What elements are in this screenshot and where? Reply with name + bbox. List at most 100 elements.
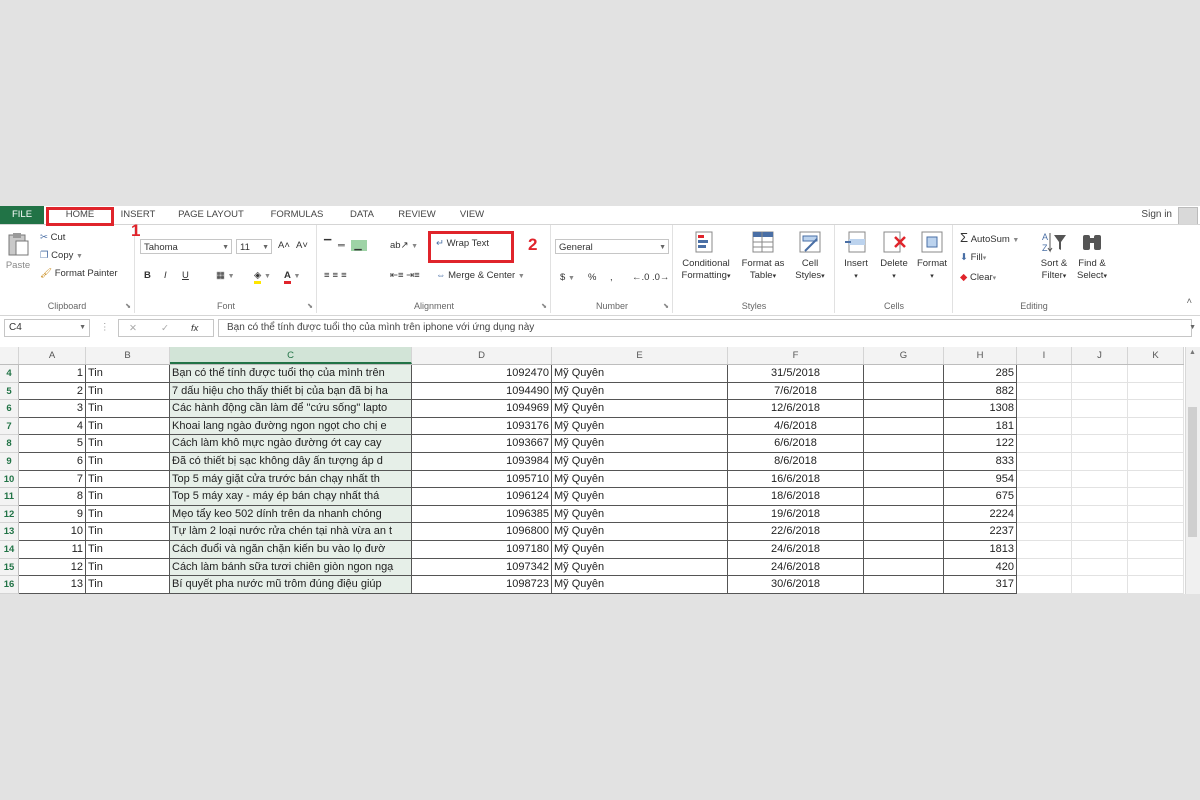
cell-b[interactable]: Tin — [86, 541, 170, 559]
cell-k[interactable] — [1128, 576, 1184, 594]
decrease-decimal-button[interactable]: .0→ — [652, 271, 669, 284]
cell-g[interactable] — [864, 365, 944, 383]
bold-button[interactable]: B — [144, 269, 151, 282]
cell-e[interactable]: Mỹ Quyên — [552, 541, 728, 559]
dialog-launcher-icon[interactable]: ⬊ — [125, 302, 131, 310]
row-header[interactable]: 11 — [0, 488, 19, 506]
collapse-ribbon-icon[interactable]: ˄ — [1186, 295, 1192, 308]
cell-d[interactable]: 1096124 — [412, 488, 552, 506]
cell-e[interactable]: Mỹ Quyên — [552, 400, 728, 418]
cell-d[interactable]: 1092470 — [412, 365, 552, 383]
cell-e[interactable]: Mỹ Quyên — [552, 558, 728, 577]
cell-a[interactable]: 5 — [19, 435, 86, 453]
enter-icon[interactable]: ✓ — [161, 322, 169, 335]
cell-k[interactable] — [1128, 470, 1184, 489]
sign-in-link[interactable]: Sign in — [1141, 206, 1172, 224]
cell-d[interactable]: 1096385 — [412, 505, 552, 524]
cell-d[interactable]: 1096800 — [412, 523, 552, 541]
tab-formulas[interactable]: FORMULAS — [262, 206, 332, 224]
cell-b[interactable]: Tin — [86, 576, 170, 594]
cell-d[interactable]: 1094490 — [412, 382, 552, 401]
cut-button[interactable]: ✂ Cut — [40, 231, 65, 244]
cell-g[interactable] — [864, 576, 944, 594]
cell-i[interactable] — [1017, 576, 1072, 594]
scrollbar-thumb[interactable] — [1188, 407, 1197, 537]
row-header[interactable]: 15 — [0, 558, 19, 577]
row-header[interactable]: 5 — [0, 382, 19, 401]
cell-g[interactable] — [864, 435, 944, 453]
tab-file[interactable]: FILE — [0, 206, 44, 224]
indent-buttons[interactable]: ⇤≡ ⇥≡ — [390, 269, 420, 282]
cell-a[interactable]: 13 — [19, 576, 86, 594]
cell-a[interactable]: 4 — [19, 417, 86, 436]
increase-decimal-button[interactable]: ←.0 — [632, 271, 649, 284]
column-header-b[interactable]: B — [86, 347, 170, 364]
cell-i[interactable] — [1017, 523, 1072, 541]
cell-e[interactable]: Mỹ Quyên — [552, 365, 728, 383]
cell-b[interactable]: Tin — [86, 382, 170, 401]
cell-k[interactable] — [1128, 505, 1184, 524]
cell-h[interactable]: 2237 — [944, 523, 1017, 541]
align-top-buttons[interactable]: ▔ ═ ▁ — [324, 239, 367, 252]
cell-a[interactable]: 1 — [19, 365, 86, 383]
cell-f[interactable]: 24/6/2018 — [728, 541, 864, 559]
italic-button[interactable]: I — [164, 269, 167, 282]
cell-h[interactable]: 1308 — [944, 400, 1017, 418]
cell-f[interactable]: 19/6/2018 — [728, 505, 864, 524]
cell-g[interactable] — [864, 417, 944, 436]
cell-b[interactable]: Tin — [86, 558, 170, 577]
grow-font-button[interactable]: A˄ — [278, 239, 290, 252]
cell-e[interactable]: Mỹ Quyên — [552, 470, 728, 489]
cell-g[interactable] — [864, 505, 944, 524]
row-header[interactable]: 4 — [0, 365, 19, 383]
cell-k[interactable] — [1128, 400, 1184, 418]
find-select-button[interactable]: Find & Select▾ — [1074, 229, 1110, 283]
cell-d[interactable]: 1093984 — [412, 453, 552, 471]
row-header[interactable]: 7 — [0, 417, 19, 436]
cell-g[interactable] — [864, 558, 944, 577]
cell-j[interactable] — [1072, 488, 1128, 506]
column-header-c[interactable]: C — [170, 347, 412, 364]
cell-h[interactable]: 675 — [944, 488, 1017, 506]
format-as-table-button[interactable]: Format as Table▾ — [738, 229, 788, 283]
name-box[interactable]: C4 ▼ — [4, 319, 90, 337]
column-header-e[interactable]: E — [552, 347, 728, 364]
cell-d[interactable]: 1098723 — [412, 576, 552, 594]
cell-f[interactable]: 22/6/2018 — [728, 523, 864, 541]
cell-b[interactable]: Tin — [86, 365, 170, 383]
cell-i[interactable] — [1017, 558, 1072, 577]
cell-g[interactable] — [864, 382, 944, 401]
cell-a[interactable]: 3 — [19, 400, 86, 418]
tab-view[interactable]: VIEW — [452, 206, 492, 224]
cell-a[interactable]: 11 — [19, 541, 86, 559]
cell-g[interactable] — [864, 488, 944, 506]
cell-f[interactable]: 6/6/2018 — [728, 435, 864, 453]
cell-i[interactable] — [1017, 400, 1072, 418]
cell-e[interactable]: Mỹ Quyên — [552, 453, 728, 471]
cell-e[interactable]: Mỹ Quyên — [552, 417, 728, 436]
percent-button[interactable]: % — [588, 271, 596, 284]
cell-j[interactable] — [1072, 435, 1128, 453]
column-header-a[interactable]: A — [19, 347, 86, 364]
cell-d[interactable]: 1097180 — [412, 541, 552, 559]
cell-a[interactable]: 9 — [19, 505, 86, 524]
dialog-launcher-icon[interactable]: ⬊ — [663, 302, 669, 310]
currency-button[interactable]: $ ▼ — [560, 271, 575, 285]
comma-button[interactable]: , — [610, 271, 613, 284]
cell-c[interactable]: Top 5 máy xay - máy ép bán chạy nhất thá — [170, 488, 412, 506]
cell-f[interactable]: 18/6/2018 — [728, 488, 864, 506]
cell-b[interactable]: Tin — [86, 505, 170, 524]
cancel-icon[interactable]: ✕ — [129, 322, 137, 335]
copy-button[interactable]: ❐ Copy ▼ — [40, 249, 83, 263]
cell-c[interactable]: Các hành động cần làm để "cứu sống" lapt… — [170, 400, 412, 418]
cell-c[interactable]: 7 dấu hiệu cho thấy thiết bị của bạn đã … — [170, 382, 412, 401]
column-header-f[interactable]: F — [728, 347, 864, 364]
cell-i[interactable] — [1017, 470, 1072, 489]
avatar[interactable] — [1178, 207, 1198, 225]
cell-j[interactable] — [1072, 558, 1128, 577]
cell-b[interactable]: Tin — [86, 523, 170, 541]
cell-h[interactable]: 954 — [944, 470, 1017, 489]
cell-g[interactable] — [864, 470, 944, 489]
cell-e[interactable]: Mỹ Quyên — [552, 523, 728, 541]
cell-b[interactable]: Tin — [86, 453, 170, 471]
